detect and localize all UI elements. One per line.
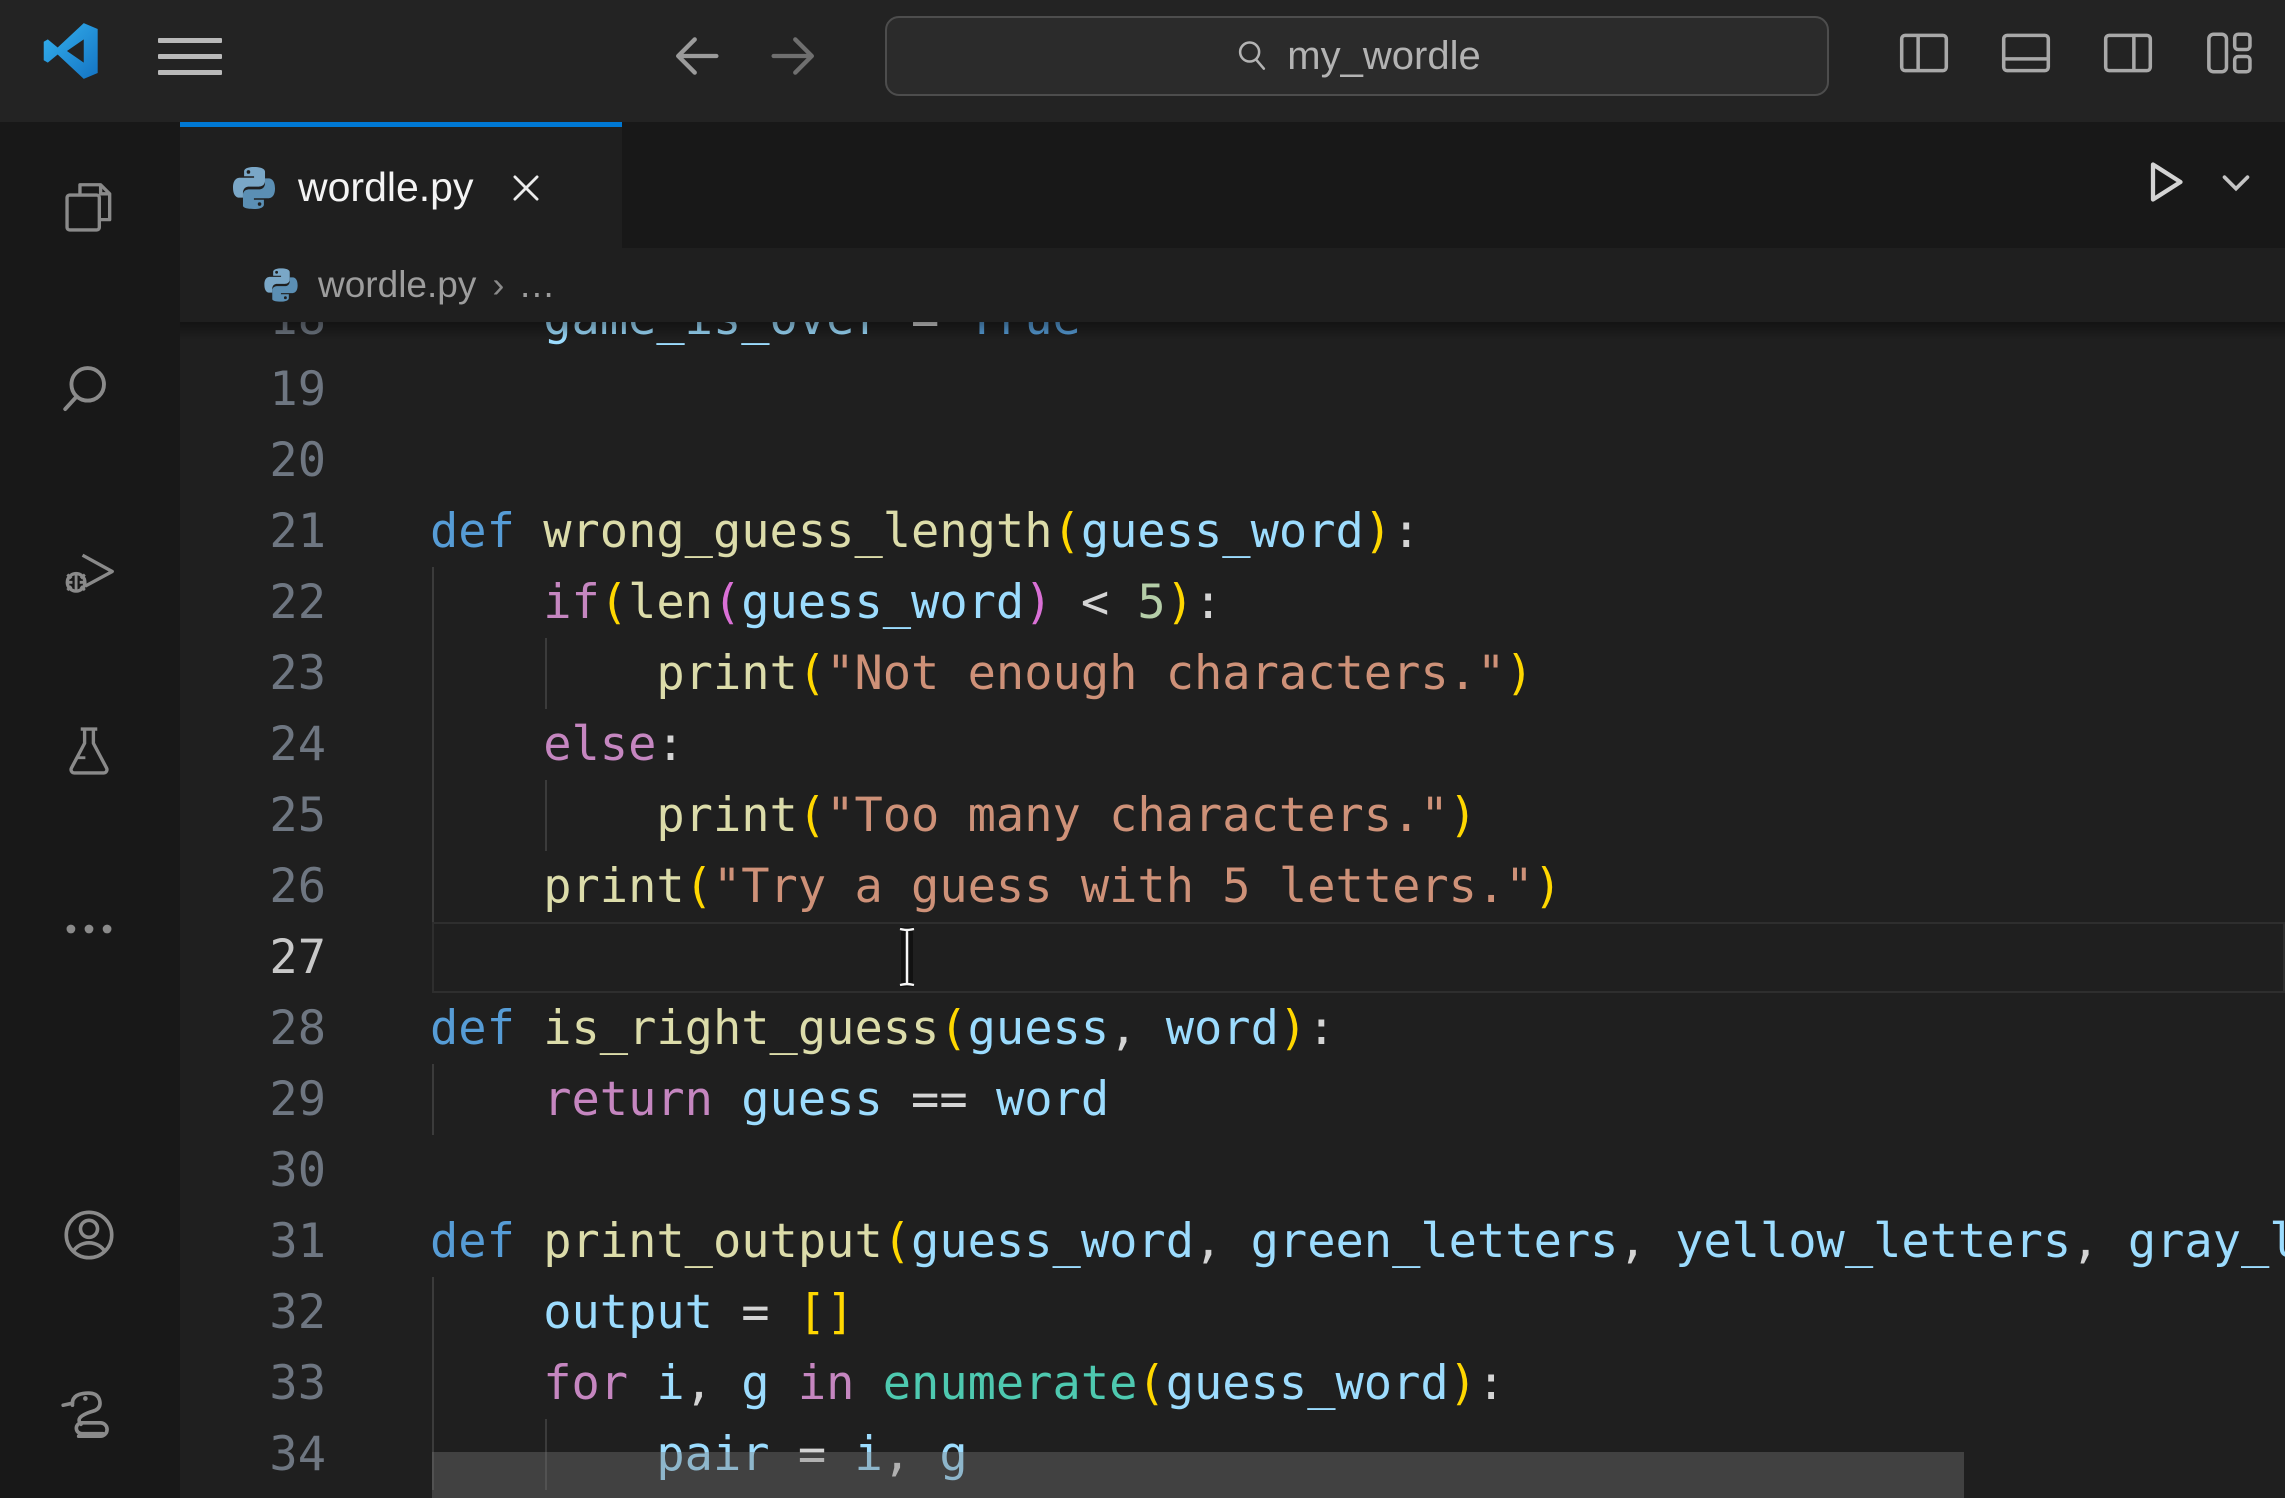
menu-icon[interactable] [158, 38, 222, 78]
line-number: 18 [180, 322, 326, 354]
breadcrumb-file[interactable]: wordle.py [318, 264, 476, 306]
vscode-logo-icon [42, 20, 100, 82]
line-number: 25 [180, 780, 326, 851]
search-value: my_wordle [1287, 34, 1480, 79]
breadcrumb-symbol[interactable]: … [518, 264, 555, 306]
code-text: print("Too many characters.") [430, 780, 1477, 851]
line-number: 31 [180, 1206, 326, 1277]
more-views-icon[interactable] [58, 898, 120, 960]
current-line-highlight [432, 922, 2285, 993]
code-text: if(len(guess_word) < 5): [430, 567, 1222, 638]
editor-group: wordle.py wordle.py › … 18 game_is_over … [180, 122, 2285, 1498]
accounts-icon[interactable] [58, 1204, 120, 1266]
line-number: 27 [180, 922, 326, 993]
code-text: print("Try a guess with 5 letters.") [430, 851, 1562, 922]
code-text: game_is_over = True [430, 322, 1081, 354]
close-icon[interactable] [507, 169, 545, 207]
activity-bar [0, 122, 180, 1498]
toggle-primary-sidebar-icon[interactable] [1897, 26, 1951, 80]
code-line-33[interactable]: 33 for i, g in enumerate(guess_word): [180, 1348, 2285, 1419]
line-number: 24 [180, 709, 326, 780]
line-number: 29 [180, 1064, 326, 1135]
code-line-29[interactable]: 29 return guess == word [180, 1064, 2285, 1135]
breadcrumb: wordle.py › … [180, 248, 2285, 322]
code-line-22[interactable]: 22 if(len(guess_word) < 5): [180, 567, 2285, 638]
code-line-24[interactable]: 24 else: [180, 709, 2285, 780]
line-number: 33 [180, 1348, 326, 1419]
editor-actions [2133, 152, 2259, 212]
code-viewport: 18 game_is_over = True192021def wrong_gu… [180, 322, 2285, 1498]
line-number: 34 [180, 1419, 326, 1490]
horizontal-scrollbar[interactable] [432, 1452, 1964, 1498]
navigate-back-icon[interactable] [668, 28, 724, 84]
code-line-25[interactable]: 25 print("Too many characters.") [180, 780, 2285, 851]
code-text: def print_output(guess_word, green_lette… [430, 1206, 2285, 1277]
code-line-32[interactable]: 32 output = [] [180, 1277, 2285, 1348]
code-line-26[interactable]: 26 print("Try a guess with 5 letters.") [180, 851, 2285, 922]
toggle-secondary-sidebar-icon[interactable] [2101, 26, 2155, 80]
run-and-debug-icon[interactable] [58, 541, 120, 603]
navigate-forward-icon[interactable] [766, 28, 822, 84]
code-text: output = [] [430, 1277, 854, 1348]
code-text: for i, g in enumerate(guess_word): [430, 1348, 1505, 1419]
python-environments-snake-icon[interactable] [58, 1383, 120, 1445]
tab-label: wordle.py [298, 164, 473, 211]
code-text: return guess == word [430, 1064, 1109, 1135]
code-line-21[interactable]: 21 def wrong_guess_length(guess_word): [180, 496, 2285, 567]
line-number: 21 [180, 496, 326, 567]
line-number: 26 [180, 851, 326, 922]
python-file-icon [230, 164, 278, 212]
customize-layout-icon[interactable] [2203, 26, 2257, 80]
tab-bar: wordle.py [180, 122, 2285, 248]
code-line-27[interactable]: 27 [180, 922, 2285, 993]
code-text: def wrong_guess_length(guess_word): [430, 496, 1420, 567]
testing-icon[interactable] [58, 720, 120, 782]
code-line-20[interactable]: 20 [180, 425, 2285, 496]
search-icon [1233, 37, 1271, 75]
explorer-icon[interactable] [58, 177, 120, 239]
line-number: 28 [180, 993, 326, 1064]
code-line-31[interactable]: 31 def print_output(guess_word, green_let… [180, 1206, 2285, 1277]
line-number: 22 [180, 567, 326, 638]
line-number: 23 [180, 638, 326, 709]
python-file-icon [262, 266, 300, 304]
code-text: print("Not enough characters.") [430, 638, 1534, 709]
code-text: else: [430, 709, 685, 780]
code-line-23[interactable]: 23 print("Not enough characters.") [180, 638, 2285, 709]
title-bar: my_wordle [0, 0, 2285, 122]
run-file-icon[interactable] [2133, 152, 2193, 212]
line-number: 30 [180, 1135, 326, 1206]
breadcrumb-chevron-icon: › [492, 264, 504, 306]
line-number: 19 [180, 354, 326, 425]
search-icon[interactable] [58, 359, 120, 421]
toggle-panel-icon[interactable] [1999, 26, 2053, 80]
command-center-search[interactable]: my_wordle [885, 16, 1829, 96]
code-line-19[interactable]: 19 [180, 354, 2285, 425]
line-number: 32 [180, 1277, 326, 1348]
code-line-28[interactable]: 28 def is_right_guess(guess, word): [180, 993, 2285, 1064]
code-lines: 18 game_is_over = True192021def wrong_gu… [180, 322, 2285, 1490]
code-line-30[interactable]: 30 [180, 1135, 2285, 1206]
run-options-chevron-icon[interactable] [2213, 159, 2259, 205]
code-text: def is_right_guess(guess, word): [430, 993, 1336, 1064]
line-number: 20 [180, 425, 326, 496]
code-line-18[interactable]: 18 game_is_over = True [180, 322, 2285, 354]
tab-wordle-py[interactable]: wordle.py [180, 122, 622, 248]
